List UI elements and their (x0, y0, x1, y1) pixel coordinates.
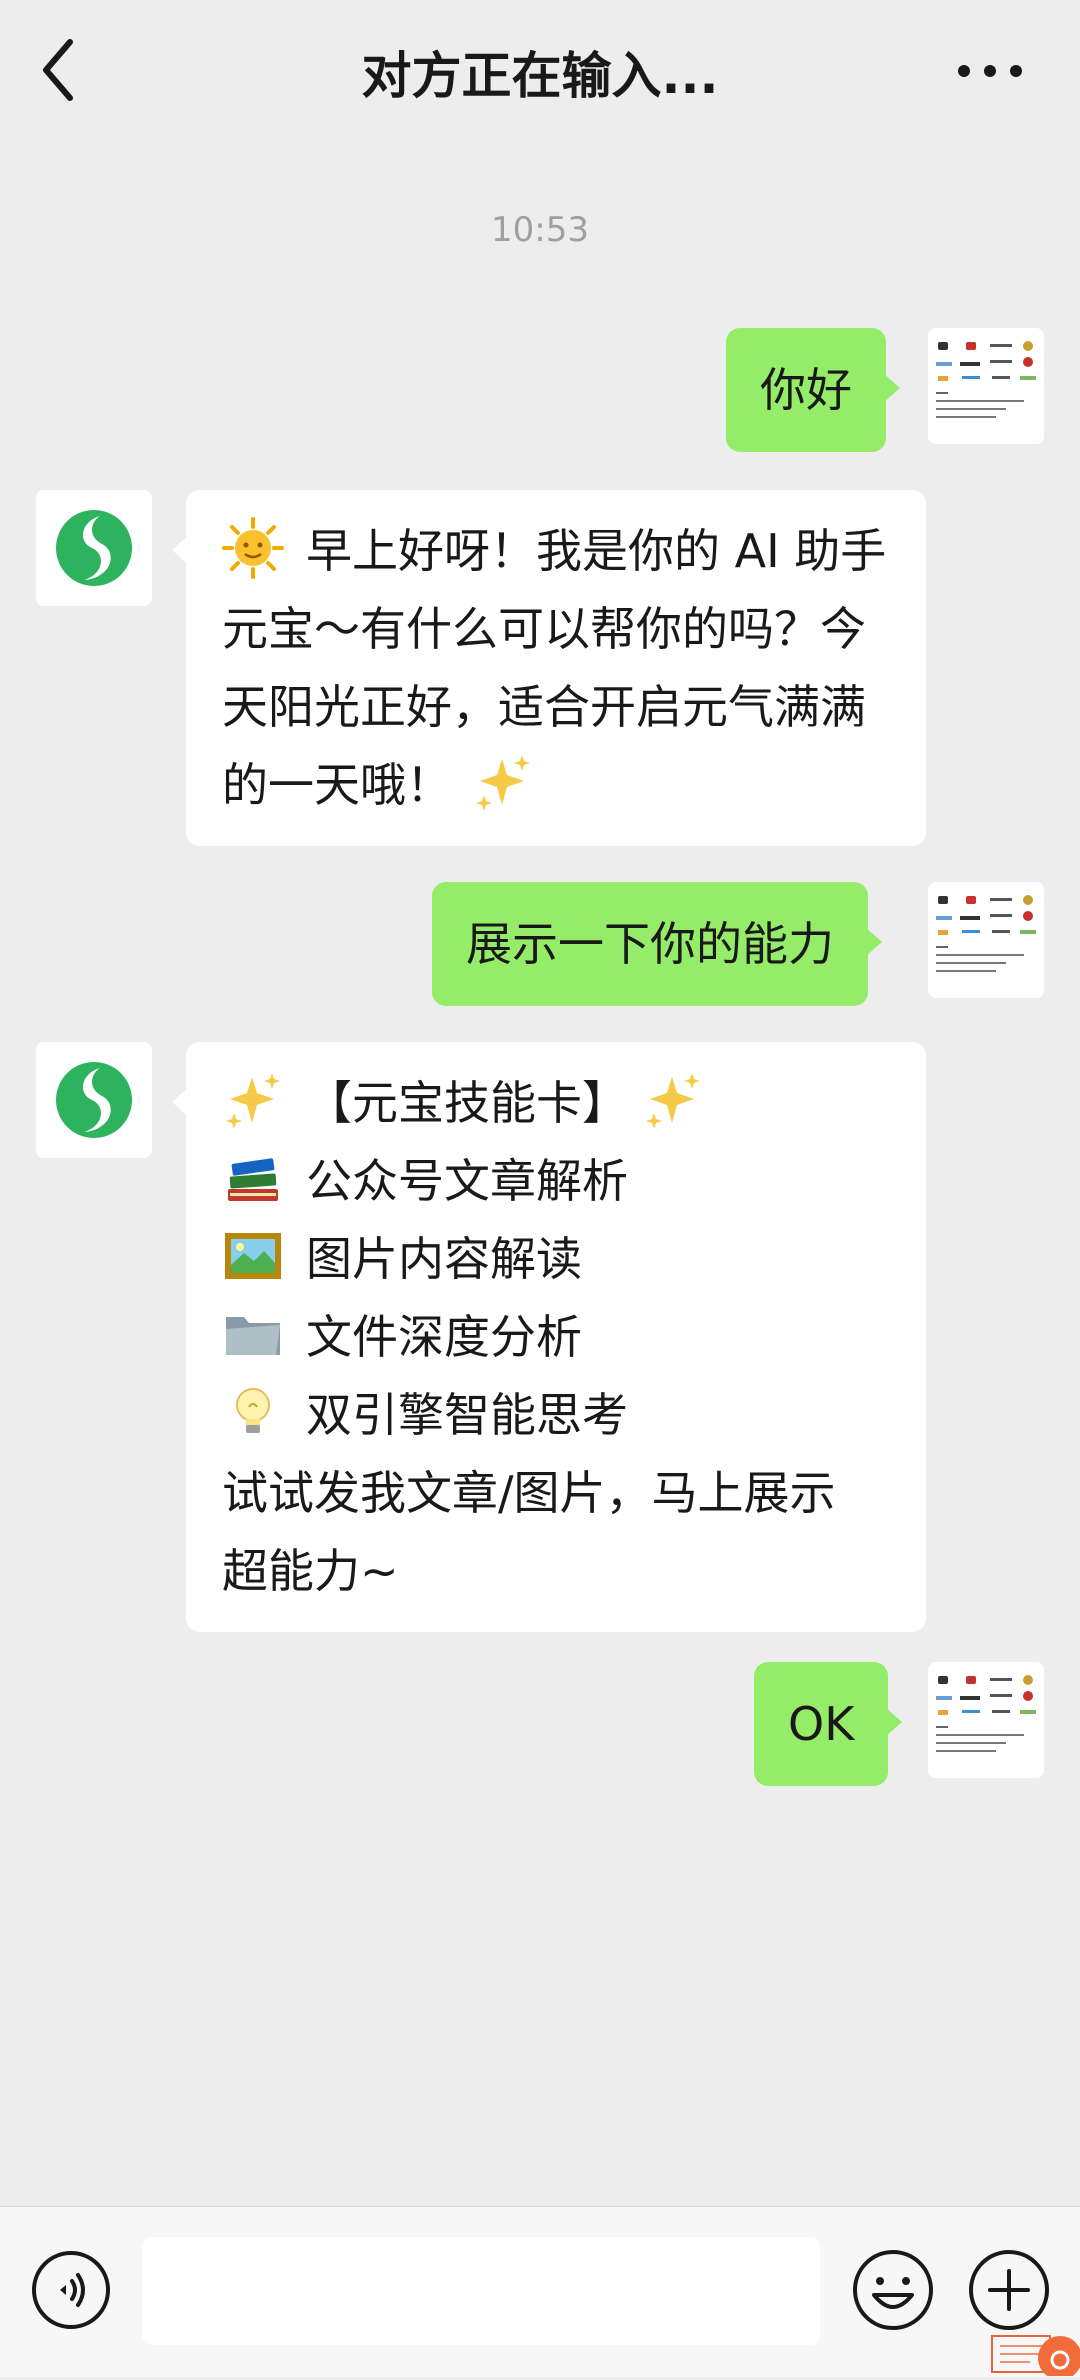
light-bulb-icon (222, 1381, 284, 1443)
message-text: OK (788, 1697, 855, 1751)
sparkles-icon (472, 751, 534, 813)
user-avatar[interactable] (928, 328, 1044, 444)
message-timestamp: 10:53 (491, 210, 589, 250)
yuanbao-logo-icon (36, 1042, 152, 1158)
corner-watermark (990, 2318, 1080, 2380)
user-message-bubble[interactable]: OK (754, 1662, 903, 1786)
chat-input-bar (0, 2206, 1080, 2377)
books-icon (222, 1147, 284, 1209)
bot-avatar[interactable] (36, 1042, 152, 1158)
chat-title: 对方正在输入... (361, 47, 719, 105)
user-avatar-image (928, 328, 1044, 444)
message-line: 双引擎智能思考 (222, 1376, 892, 1454)
bot-message-bubble[interactable]: 早上好呀！我是你的 AI 助手 元宝～有什么可以帮你的吗？今 天阳光正好，适合开… (172, 490, 926, 846)
message-line: 元宝～有什么可以帮你的吗？今 (222, 602, 866, 656)
framed-picture-icon (222, 1225, 284, 1287)
folder-icon (222, 1303, 284, 1365)
sun-face-icon (222, 517, 284, 579)
back-button[interactable] (28, 30, 98, 110)
message-line: 早上好呀！我是你的 AI 助手 (222, 512, 892, 590)
user-avatar-image (928, 1662, 1044, 1778)
message-text: 展示一下你的能力 (466, 917, 834, 971)
message-line: 文件深度分析 (222, 1298, 892, 1376)
message-line: 的一天哦！ (222, 746, 892, 824)
voice-button[interactable] (30, 2249, 112, 2331)
more-button[interactable] (940, 46, 1040, 96)
voice-icon (32, 2251, 110, 2329)
message-text: 你好 (760, 363, 852, 417)
yuanbao-logo-icon (36, 490, 152, 606)
user-message-bubble[interactable]: 你好 (726, 328, 900, 452)
user-message-bubble[interactable]: 展示一下你的能力 (432, 882, 882, 1006)
chevron-left-icon (43, 39, 73, 101)
message-line: 天阳光正好，适合开启元气满满 (222, 680, 866, 734)
message-line: 公众号文章解析 (222, 1142, 892, 1220)
user-avatar[interactable] (928, 882, 1044, 998)
sparkles-icon (222, 1069, 284, 1131)
smiley-face-icon (853, 2250, 933, 2330)
message-input[interactable] (142, 2237, 820, 2345)
bot-message-bubble[interactable]: 【元宝技能卡】 公众号文章解析 图片内容解读 文件深度分析 双引擎智能思考 试试… (172, 1042, 926, 1632)
message-line: 图片内容解读 (222, 1220, 892, 1298)
user-avatar-image (928, 882, 1044, 998)
user-avatar[interactable] (928, 1662, 1044, 1778)
message-line: 超能力~ (222, 1544, 399, 1598)
chat-header: 对方正在输入... (0, 0, 1080, 140)
message-line: 【元宝技能卡】 (222, 1064, 892, 1142)
sparkles-icon (642, 1069, 704, 1131)
message-line: 试试发我文章/图片，马上展示 (222, 1466, 836, 1520)
bot-avatar[interactable] (36, 490, 152, 606)
more-dots-icon (958, 65, 1022, 77)
emoji-button[interactable] (850, 2247, 936, 2333)
watermark-logo-icon (991, 2335, 1080, 2380)
